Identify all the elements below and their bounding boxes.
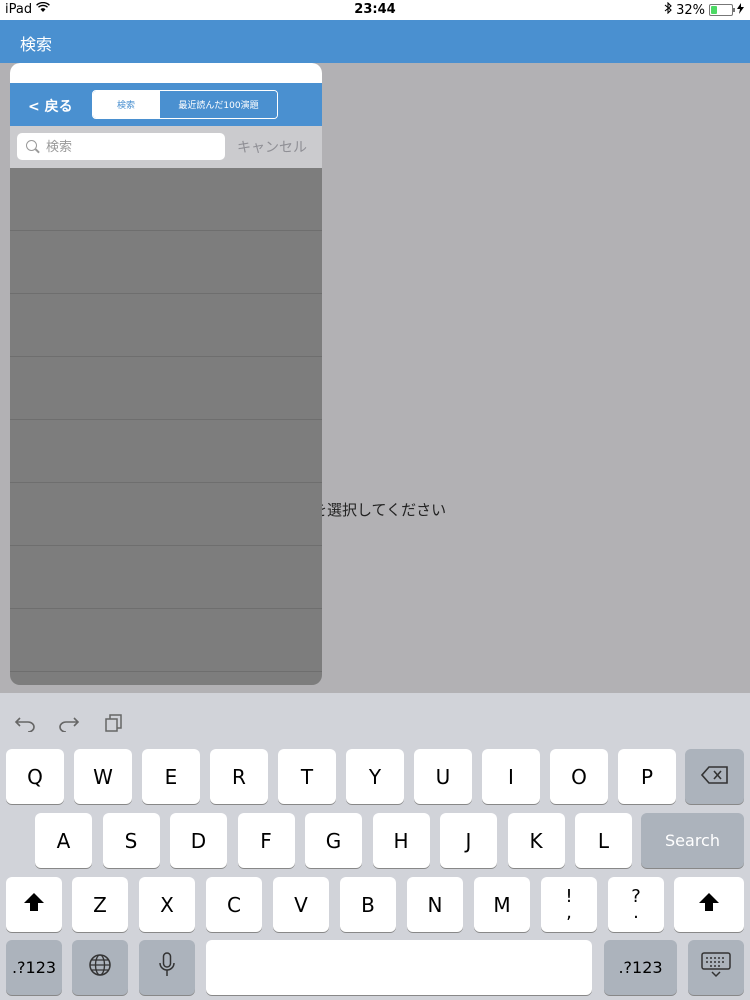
key-p[interactable]: P: [618, 749, 676, 804]
globe-icon: [88, 953, 112, 982]
search-key[interactable]: Search: [641, 813, 744, 868]
result-row[interactable]: [10, 168, 322, 231]
space-key[interactable]: [206, 940, 592, 995]
undo-icon[interactable]: [14, 713, 36, 737]
clock: 23:44: [354, 2, 396, 17]
hide-keyboard-key[interactable]: [688, 940, 744, 995]
result-list: [10, 168, 322, 672]
key-k[interactable]: K: [507, 813, 565, 868]
mic-key[interactable]: [139, 940, 195, 995]
battery-percent: 32%: [676, 2, 705, 18]
key-h[interactable]: H: [372, 813, 430, 868]
key-question-period[interactable]: ?.: [608, 877, 664, 932]
key-i[interactable]: I: [482, 749, 540, 804]
nav-bar: 検索: [0, 20, 750, 63]
popover-top: [10, 63, 322, 83]
result-row[interactable]: [10, 420, 322, 483]
result-row[interactable]: [10, 609, 322, 672]
key-q[interactable]: Q: [6, 749, 64, 804]
back-button[interactable]: < 戻る: [28, 96, 73, 116]
key-exclaim-comma[interactable]: !,: [541, 877, 597, 932]
clipboard-icon[interactable]: [104, 713, 124, 738]
key-m[interactable]: M: [474, 877, 530, 932]
charging-icon: [737, 2, 744, 18]
result-row[interactable]: [10, 546, 322, 609]
keyboard-toolbar: [0, 693, 750, 757]
numbers-key-right[interactable]: .?123: [604, 940, 677, 995]
key-j[interactable]: J: [440, 813, 497, 868]
delete-key[interactable]: [685, 749, 744, 804]
result-row[interactable]: [10, 483, 322, 546]
shift-icon: [23, 892, 45, 917]
microphone-icon: [159, 952, 175, 983]
popover-header: < 戻る 検索 最近読んだ100演題: [10, 83, 322, 126]
search-icon: [26, 140, 37, 151]
key-d[interactable]: D: [170, 813, 227, 868]
battery-icon: [709, 4, 735, 16]
keyboard-hide-icon: [701, 952, 731, 983]
search-popover: < 戻る 検索 最近読んだ100演題 キャンセル: [10, 63, 322, 685]
key-f[interactable]: F: [237, 813, 295, 868]
key-n[interactable]: N: [407, 877, 463, 932]
shift-key-right[interactable]: [674, 877, 744, 932]
segment-recent[interactable]: 最近読んだ100演題: [159, 91, 277, 118]
globe-key[interactable]: [72, 940, 128, 995]
search-input[interactable]: [44, 136, 223, 158]
key-c[interactable]: C: [206, 877, 262, 932]
redo-icon[interactable]: [58, 713, 80, 737]
key-lower-char: ,: [566, 901, 572, 923]
key-l[interactable]: L: [575, 813, 632, 868]
cancel-button[interactable]: キャンセル: [237, 137, 307, 157]
key-a[interactable]: A: [35, 813, 92, 868]
shift-key-left[interactable]: [6, 877, 62, 932]
key-lower-char: .: [633, 901, 639, 923]
status-bar: iPad 23:44 32%: [0, 0, 750, 20]
key-b[interactable]: B: [340, 877, 396, 932]
select-prompt: を選択してください: [312, 501, 447, 519]
key-o[interactable]: O: [550, 749, 608, 804]
key-r[interactable]: R: [210, 749, 268, 804]
bluetooth-icon: [664, 1, 672, 18]
segment-search[interactable]: 検索: [93, 91, 159, 118]
key-x[interactable]: X: [139, 877, 195, 932]
keyboard: Q W E R T Y U I O P A S D F G H J K L Search Z X C V B N M!,?. .?12…: [0, 693, 750, 1000]
result-row[interactable]: [10, 357, 322, 420]
key-v[interactable]: V: [273, 877, 329, 932]
result-row[interactable]: [10, 231, 322, 294]
key-z[interactable]: Z: [72, 877, 128, 932]
numbers-key-left[interactable]: .?123: [6, 940, 62, 995]
nav-title: 検索: [20, 35, 53, 54]
key-t[interactable]: T: [278, 749, 336, 804]
key-s[interactable]: S: [102, 813, 160, 868]
shift-icon: [698, 892, 720, 917]
key-g[interactable]: G: [305, 813, 362, 868]
key-e[interactable]: E: [142, 749, 200, 804]
search-field[interactable]: [17, 133, 225, 160]
key-u[interactable]: U: [414, 749, 472, 804]
key-w[interactable]: W: [74, 749, 132, 804]
key-y[interactable]: Y: [346, 749, 404, 804]
result-row[interactable]: [10, 294, 322, 357]
backspace-icon: [700, 765, 729, 789]
segmented-control: 検索 最近読んだ100演題: [92, 90, 278, 119]
search-bar: キャンセル: [10, 126, 322, 168]
